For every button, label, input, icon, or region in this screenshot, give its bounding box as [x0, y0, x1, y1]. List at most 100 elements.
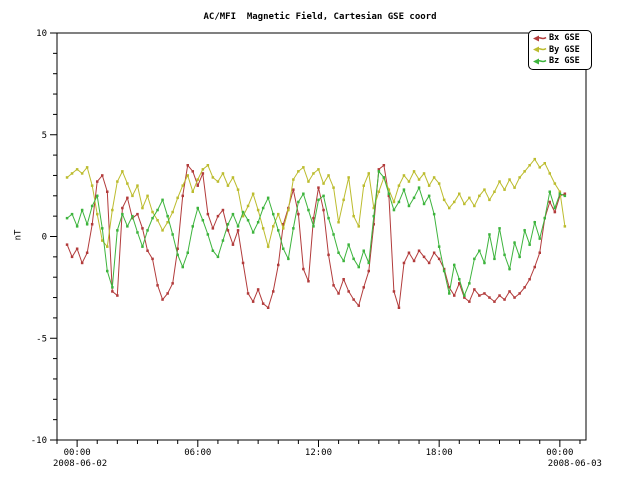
series-bx-gse [66, 164, 566, 309]
data-point-marker [287, 209, 290, 212]
data-point-marker [352, 298, 355, 301]
data-point-marker [352, 215, 355, 218]
data-point-marker [116, 229, 119, 232]
series-bz-gse [66, 170, 566, 297]
data-point-marker [408, 180, 411, 183]
x-tick-label: 06:00 [184, 448, 211, 458]
data-point-marker [272, 290, 275, 293]
data-point-marker [227, 223, 230, 226]
data-point-marker [473, 258, 476, 261]
bx-arrow-marker-icon [532, 34, 547, 43]
data-point-marker [141, 245, 144, 248]
data-point-marker [363, 286, 366, 289]
data-point-marker [312, 217, 315, 220]
data-point-marker [161, 199, 164, 202]
data-point-marker [76, 225, 79, 228]
data-point-marker [528, 164, 531, 167]
data-point-marker [508, 290, 511, 293]
data-point-marker [498, 180, 501, 183]
data-point-marker [523, 286, 526, 289]
data-point-marker [282, 227, 285, 230]
data-point-marker [101, 227, 104, 230]
x-tick-label: 12:00 [305, 448, 332, 458]
legend-label-bx: Bx GSE [549, 34, 580, 43]
data-point-marker [383, 164, 386, 167]
data-point-marker [207, 233, 210, 236]
y-tick-label: -5 [36, 334, 47, 344]
data-point-marker [267, 245, 270, 248]
data-point-marker [182, 184, 185, 187]
data-point-marker [277, 229, 280, 232]
data-point-marker [197, 184, 200, 187]
data-point-marker [151, 258, 154, 261]
data-point-marker [267, 197, 270, 200]
data-point-marker [549, 201, 552, 204]
data-point-marker [302, 193, 305, 196]
data-point-marker [337, 221, 340, 224]
data-point-marker [237, 225, 240, 228]
data-point-marker [96, 180, 99, 183]
data-point-marker [136, 184, 139, 187]
data-point-marker [176, 197, 179, 200]
data-point-marker [458, 193, 461, 196]
data-point-marker [171, 282, 174, 285]
data-point-marker [106, 245, 109, 248]
data-point-marker [322, 195, 325, 198]
data-point-marker [121, 213, 124, 216]
y-tick-label: 5 [42, 131, 47, 141]
data-point-marker [493, 191, 496, 194]
data-point-marker [378, 191, 381, 194]
data-point-marker [292, 227, 295, 230]
data-point-marker [443, 199, 446, 202]
data-point-marker [534, 221, 537, 224]
data-point-marker [332, 233, 335, 236]
data-point-marker [418, 186, 421, 189]
data-point-marker [237, 229, 240, 232]
data-point-marker [267, 307, 270, 310]
data-point-marker [388, 193, 391, 196]
data-point-marker [272, 225, 275, 228]
data-point-marker [166, 215, 169, 218]
data-point-marker [513, 186, 516, 189]
data-point-marker [187, 174, 190, 177]
data-point-marker [227, 229, 230, 232]
data-point-marker [71, 213, 74, 216]
data-point-marker [534, 158, 537, 161]
data-point-marker [458, 278, 461, 281]
data-point-marker [393, 209, 396, 212]
data-point-marker [66, 243, 69, 246]
data-point-marker [463, 294, 466, 297]
data-point-marker [307, 280, 310, 283]
data-point-marker [111, 286, 114, 289]
data-point-marker [322, 209, 325, 212]
data-point-marker [363, 250, 366, 253]
data-point-marker [433, 252, 436, 255]
data-point-marker [448, 292, 451, 295]
data-point-marker [227, 184, 230, 187]
data-point-marker [126, 225, 129, 228]
data-point-marker [146, 195, 149, 198]
data-point-marker [156, 219, 159, 222]
data-point-marker [438, 182, 441, 185]
plot-area: 1050-5-1000:002008-06-0206:0012:0018:000… [0, 0, 640, 480]
data-point-marker [116, 294, 119, 297]
data-point-marker [413, 170, 416, 173]
data-point-marker [262, 302, 265, 305]
plot-frame [57, 33, 586, 440]
data-point-marker [212, 176, 215, 179]
data-point-marker [342, 278, 345, 281]
data-point-marker [76, 168, 79, 171]
data-point-marker [373, 215, 376, 218]
data-point-marker [277, 213, 280, 216]
data-point-marker [378, 170, 381, 173]
data-point-marker [549, 172, 552, 175]
data-point-marker [358, 225, 361, 228]
data-point-marker [453, 264, 456, 267]
data-point-marker [418, 178, 421, 181]
data-point-marker [352, 258, 355, 261]
legend-label-by: By GSE [549, 46, 580, 55]
data-point-marker [539, 252, 542, 255]
data-point-marker [312, 172, 315, 175]
data-point-marker [403, 188, 406, 191]
data-point-marker [86, 166, 89, 169]
